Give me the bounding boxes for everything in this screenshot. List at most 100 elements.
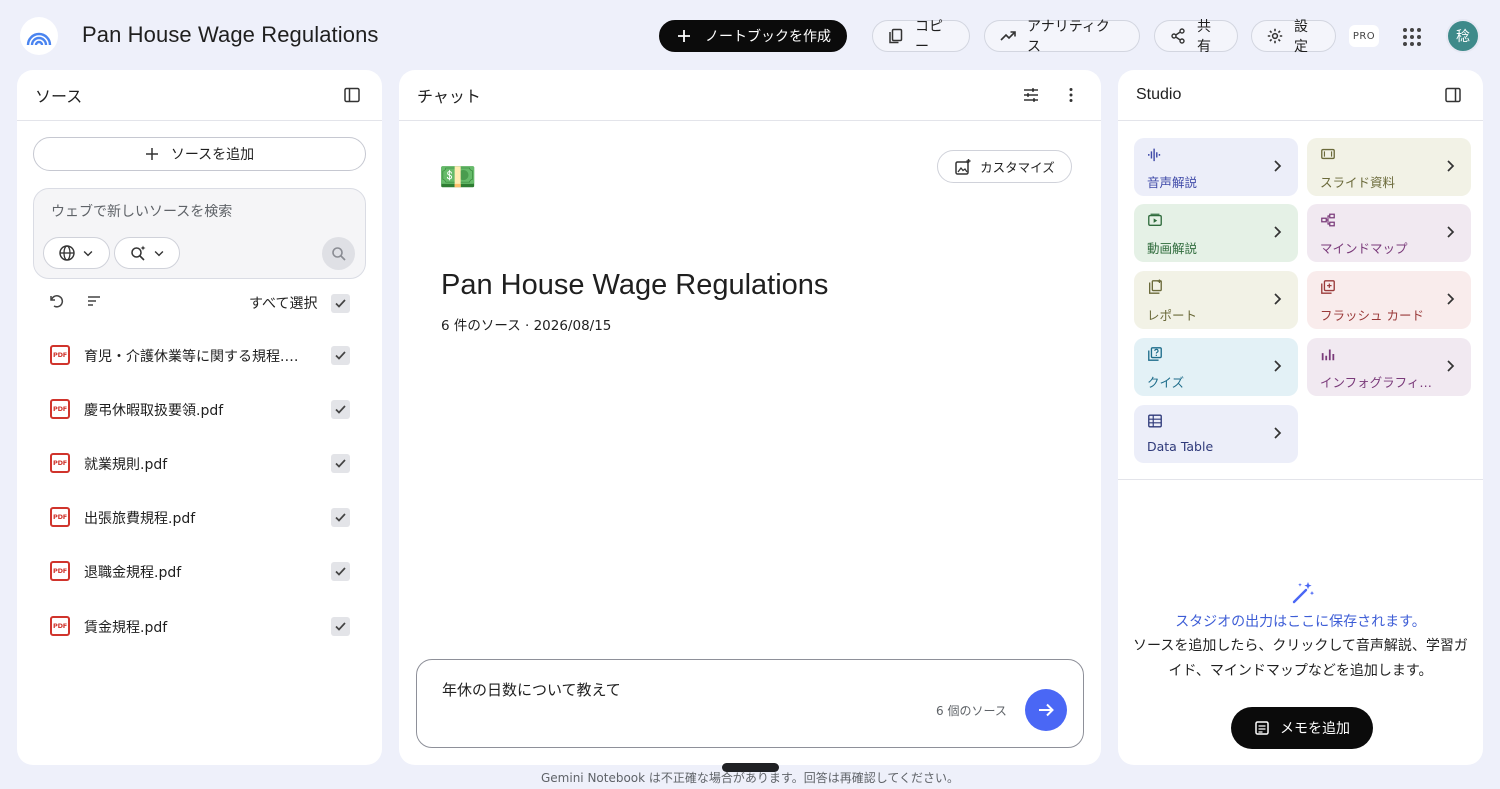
studio-divider [1118,479,1483,480]
pdf-icon: PDF [50,507,70,527]
analytics-button[interactable]: アナリティクス [984,19,1140,55]
source-checkbox[interactable] [331,617,350,636]
app-header: Pan House Wage Regulations ノートブックを作成 コピー… [0,0,1500,70]
source-item[interactable]: PDF 慶弔休暇取扱要領.pdf [17,389,382,429]
copy-label: コピー [915,19,943,55]
share-button[interactable]: 共有 [1154,19,1238,55]
sources-panel-header: ソース [17,70,382,121]
magic-wand-icon [1292,582,1315,604]
pdf-icon: PDF [50,399,70,419]
check-icon [335,513,346,522]
notebook-title: Pan House Wage Regulations [441,269,829,301]
source-checkbox[interactable] [331,346,350,365]
slides-icon [1321,148,1335,160]
source-name: 賃金規程.pdf [84,620,168,636]
trending-up-icon [1000,31,1016,41]
note-icon [1255,721,1269,735]
chevron-right-icon [1274,293,1282,305]
source-checkbox[interactable] [331,454,350,473]
report-icon [1149,279,1162,294]
check-icon [335,459,346,468]
chat-input[interactable] [442,680,942,698]
search-mode-dropdown[interactable] [114,237,180,269]
studio-tile-quiz[interactable]: クイズ [1134,338,1298,396]
check-icon [335,567,346,576]
pdf-icon: PDF [50,453,70,473]
gear-icon [1267,28,1283,44]
check-icon [335,299,346,308]
chevron-right-icon [1274,160,1282,172]
create-notebook-button[interactable]: ノートブックを作成 [659,20,847,52]
search-submit-button[interactable] [322,237,355,270]
studio-panel-header: Studio [1118,70,1483,121]
collapse-panel-icon[interactable] [1441,83,1465,107]
source-name: 退職金規程.pdf [84,565,182,581]
more-vert-icon[interactable] [1059,83,1083,107]
studio-tile-label: Data Table [1147,439,1214,454]
add-source-label: ソースを追加 [170,147,255,163]
search-scope-dropdown[interactable] [43,237,110,269]
studio-tile-video[interactable]: 動画解説 [1134,204,1298,262]
check-icon [335,405,346,414]
add-memo-button[interactable]: メモを追加 [1231,707,1373,749]
studio-tile-mindmap[interactable]: マインドマップ [1307,204,1471,262]
share-label: 共有 [1197,19,1211,55]
source-item[interactable]: PDF 育児・介護休業等に関する規程.pdf [17,335,382,375]
apps-grid-icon[interactable] [1399,24,1425,50]
tune-icon[interactable] [1019,83,1043,107]
flashcard-icon [1321,280,1335,294]
image-edit-icon [955,158,971,175]
sort-icon[interactable] [85,292,103,310]
chevron-down-icon [154,250,163,257]
studio-tile-audio-waveform[interactable]: 音声解説 [1134,138,1298,196]
source-item[interactable]: PDF 就業規則.pdf [17,443,382,483]
refresh-icon[interactable] [47,292,65,310]
studio-hint-title: スタジオの出力はここに保存されます。 [1175,614,1426,630]
collapse-panel-icon[interactable] [340,83,364,107]
disclaimer-text: Gemini Notebook は不正確な場合があります。回答は再確認してくださ… [540,771,959,785]
send-button[interactable] [1025,689,1067,731]
share-icon [1171,28,1185,44]
source-item[interactable]: PDF 出張旅費規程.pdf [17,497,382,537]
source-item[interactable]: PDF 賃金規程.pdf [17,606,382,646]
table-icon [1148,414,1162,428]
select-all-checkbox[interactable] [331,294,350,313]
audio-waveform-icon [1148,148,1161,162]
studio-tile-flashcard[interactable]: フラッシュ カード [1307,271,1471,329]
source-checkbox[interactable] [331,562,350,581]
pdf-icon: PDF [50,561,70,581]
studio-tile-table[interactable]: Data Table [1134,405,1298,463]
analytics-label: アナリティクス [1027,19,1110,55]
web-search-input[interactable] [51,204,341,220]
customize-button[interactable]: カスタマイズ [937,150,1072,183]
studio-tile-label: 音声解説 [1147,175,1198,190]
select-all-label[interactable]: すべて選択 [249,293,317,313]
chevron-right-icon [1274,360,1282,372]
sources-panel: ソース ソースを追加 すべて選択 PDF 育児・介護休業等に関する規程.pdf [17,70,382,765]
search-icon [331,246,346,261]
add-memo-label: メモを追加 [1280,721,1350,737]
studio-tile-infographic[interactable]: インフォグラフィック [1307,338,1471,396]
source-list-tools [47,292,103,310]
notebook-name[interactable]: Pan House Wage Regulations [82,22,379,48]
add-source-button[interactable]: ソースを追加 [33,137,366,171]
avatar[interactable]: 稔 [1446,19,1480,53]
plus-icon [678,30,690,42]
studio-tile-report[interactable]: レポート [1134,271,1298,329]
source-count: 6 個のソース [936,704,1007,718]
quiz-icon [1148,347,1162,361]
chevron-right-icon [1447,293,1455,305]
source-item[interactable]: PDF 退職金規程.pdf [17,551,382,591]
globe-icon [59,245,75,261]
chevron-right-icon [1447,226,1455,238]
copy-button[interactable]: コピー [872,19,970,55]
sources-title: ソース [35,89,83,106]
settings-button[interactable]: 設定 [1251,19,1336,55]
studio-title: Studio [1136,86,1182,103]
studio-tile-slides[interactable]: スライド資料 [1307,138,1471,196]
notebook-emoji: 💵 [439,160,477,195]
app-logo-icon[interactable] [20,17,58,55]
source-checkbox[interactable] [331,508,350,527]
chat-composer: 6 個のソース [416,659,1084,748]
source-checkbox[interactable] [331,400,350,419]
